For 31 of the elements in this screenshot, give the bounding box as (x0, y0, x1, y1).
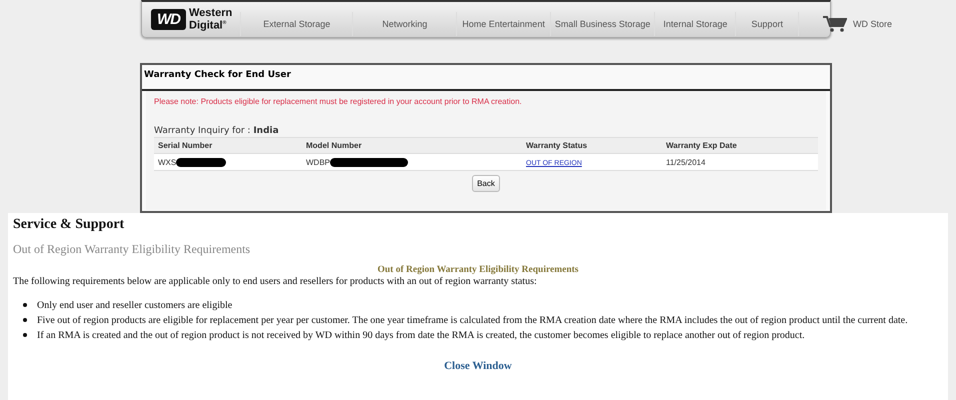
table-cell: 11/25/2014 (666, 158, 706, 166)
section-subtitle: Out of Region Warranty Eligibility Requirements (13, 242, 252, 257)
column-header: Warranty Exp Date (662, 138, 818, 154)
requirement-text: If an RMA is created and the out of region product is not received by WD within 90 days from date the RMA is created, the customer becomes eligible to replace another out of region product. (37, 329, 805, 342)
back-button[interactable]: Back (472, 175, 500, 192)
table-cell: WDBP (306, 158, 330, 166)
column-header: Serial Number (154, 138, 302, 154)
nav-link[interactable]: External Storage (240, 12, 352, 36)
close-window-link[interactable]: Close Window (444, 360, 512, 372)
nav-link[interactable]: Home Entertainment (456, 12, 550, 36)
intro-text: The following requirements below are applicable only to end users and resellers for products with an out of region warranty status: (13, 276, 538, 287)
nav-link[interactable]: Networking (352, 12, 456, 36)
column-header: Model Number (302, 138, 522, 154)
section-title: Service & Support (13, 217, 126, 233)
inquiry-label: Warranty Inquiry for : India (154, 126, 280, 136)
table-cell: WXS (158, 158, 176, 166)
cart-icon (822, 16, 847, 32)
requirements-heading: Out of Region Warranty Eligibility Requirements (378, 265, 578, 275)
bullet-icon (23, 318, 27, 322)
bullet-icon (23, 303, 27, 307)
column-header: Warranty Status (522, 138, 662, 154)
nav-link[interactable]: Support (735, 12, 798, 36)
notice-text: Please note: Products eligible for replacement must be registered in your account prior to RMA creation. (154, 97, 523, 106)
requirement-text: Only end user and reseller customers are eligible (37, 299, 232, 312)
nav-link[interactable]: Internal Storage (654, 12, 736, 36)
logo-mark[interactable]: WD (151, 9, 186, 30)
bullet-icon (23, 333, 27, 337)
nav-link[interactable]: Small Business Storage (550, 12, 654, 36)
logo-text: Western Digital$^{®}$ (189, 8, 232, 31)
nav-link[interactable]: WD Store (798, 12, 902, 36)
requirement-text: Five out of region products are eligible for replacement per year per customer. The one year timeframe is calculated from the RMA creation date where the RMA includes the out of region product until the current date. (37, 314, 908, 327)
